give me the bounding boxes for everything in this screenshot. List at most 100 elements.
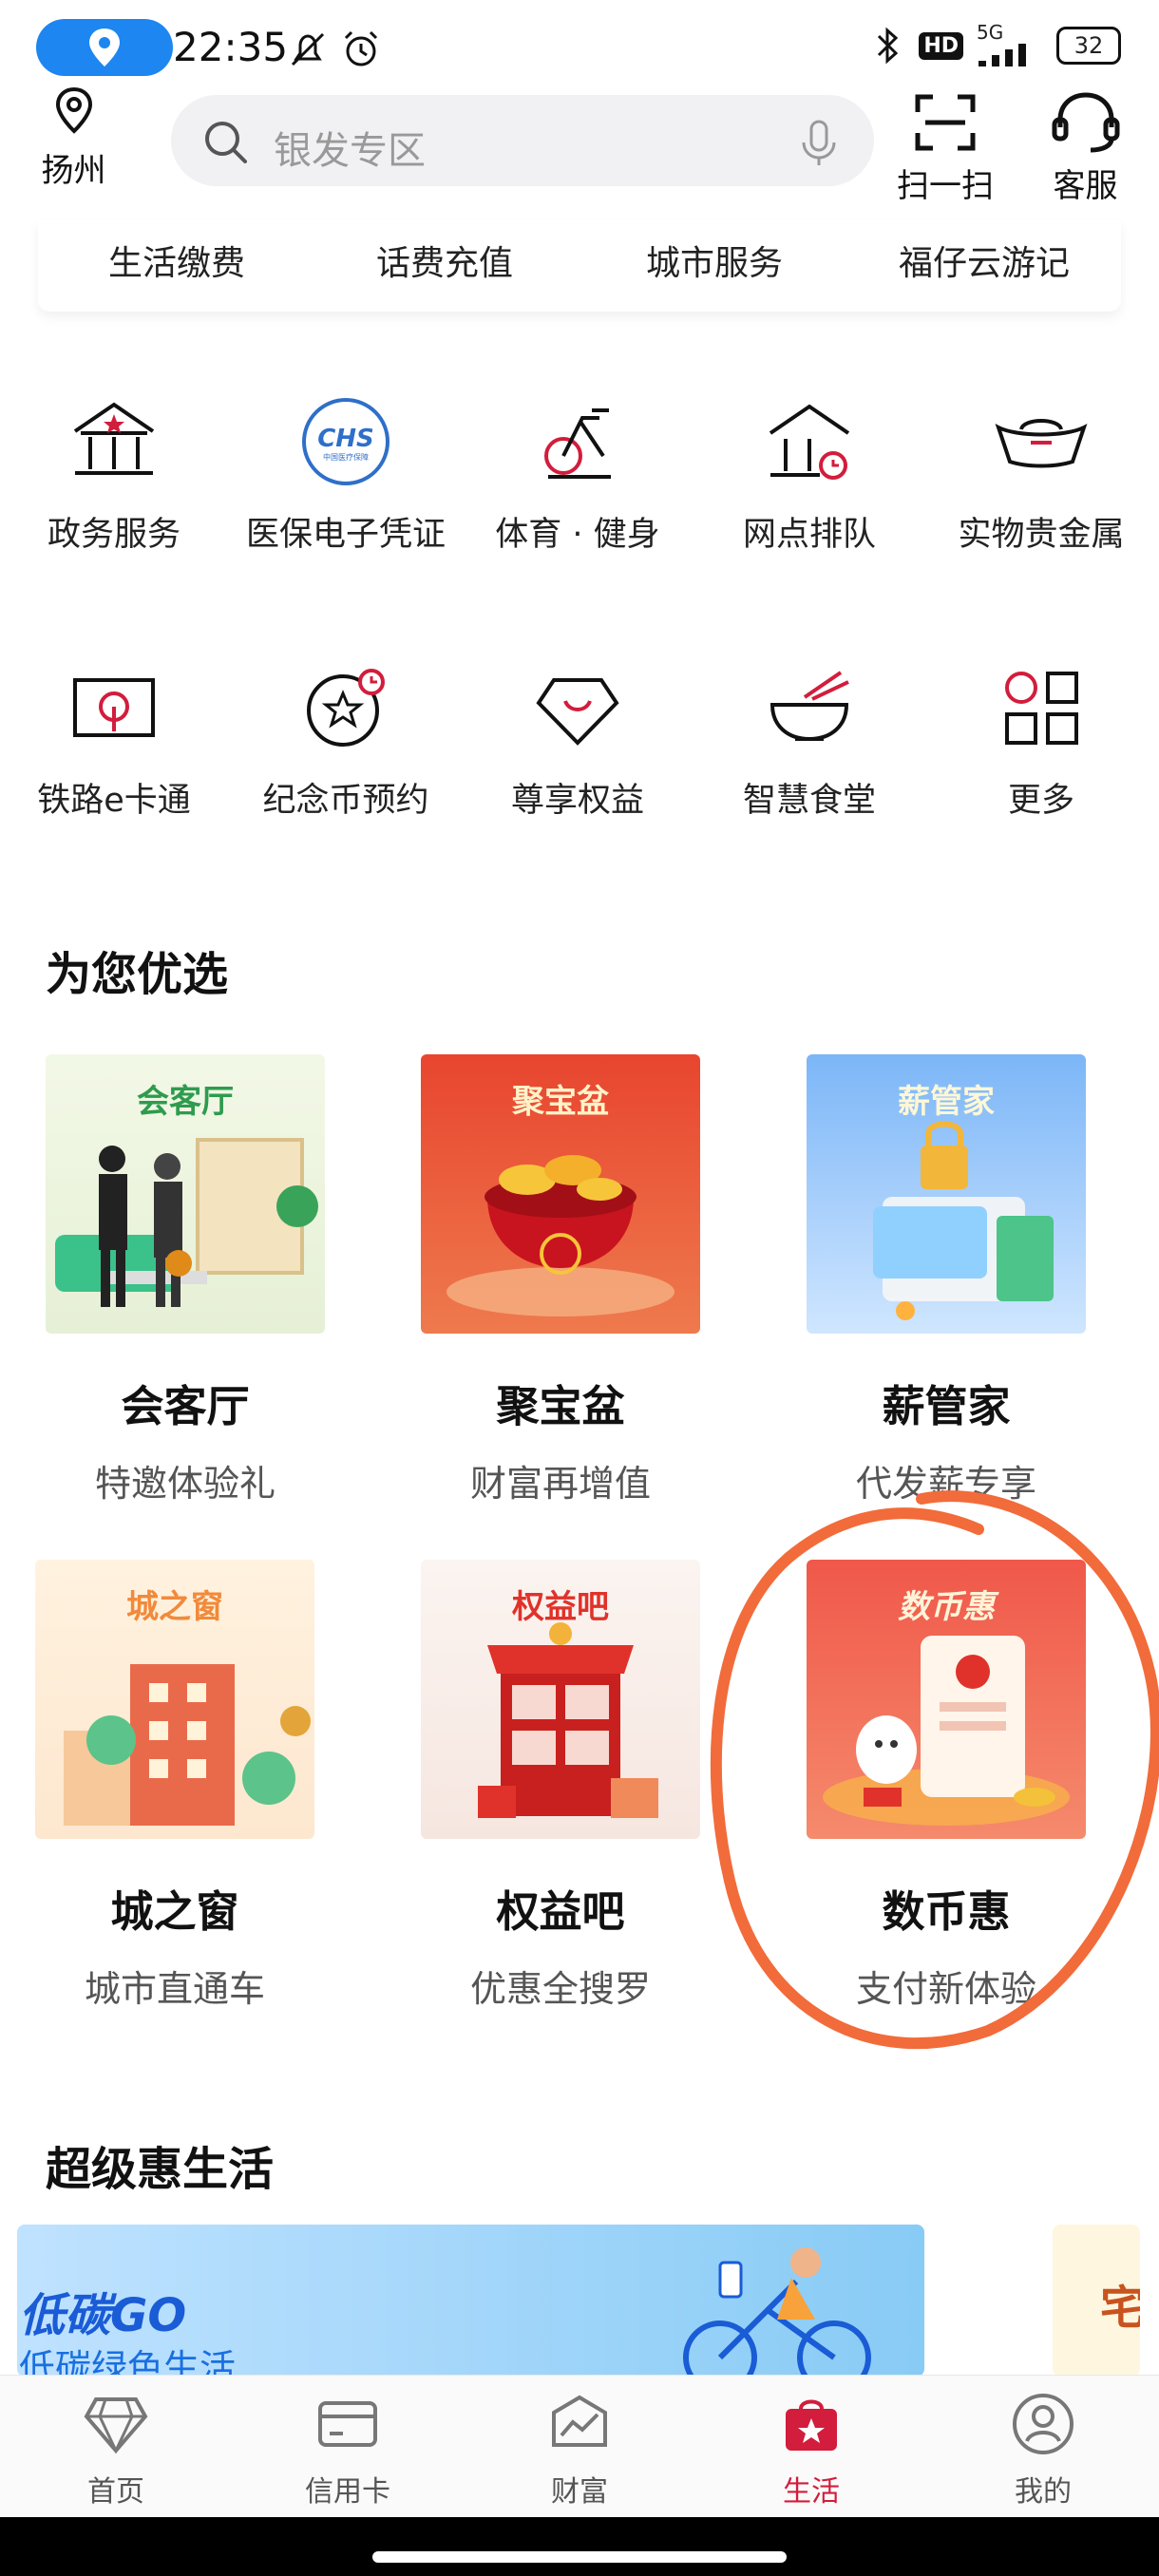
service-more[interactable]: 更多 [927,655,1155,822]
signal-icon: 5G [977,23,1043,68]
service-label: 网点排队 [742,516,876,554]
commemorative-coin-icon [307,669,385,747]
pick-subtitle: 财富再增值 [469,1463,651,1505]
quick-tab-fuzai-travel[interactable]: 福仔云游记 [899,236,1070,285]
secondary-banner[interactable]: 宅 [1053,2225,1140,2377]
branch-queue-icon [769,404,850,480]
handshake-illustration [55,1138,318,1307]
service-government[interactable]: 政务服务 [0,389,228,556]
banner-title: 低碳GO [19,2289,187,2342]
city-selector[interactable]: 扬州 [38,85,109,191]
gold-ingot-icon [995,419,1088,468]
tab-label: 生活 [783,2475,840,2509]
pick-title: 会客厅 [121,1381,250,1431]
chs-logo-text: CHS [317,425,374,453]
service-label: 体育 · 健身 [495,516,660,554]
annotation-circle [710,1490,1159,2050]
mute-bell-icon [285,27,331,76]
network-type: 5G [977,21,1004,44]
service-label: 客服 [1053,167,1118,205]
gift-shelf-illustration [478,1622,658,1818]
user-profile-icon [1013,2394,1074,2454]
service-fitness[interactable]: 体育 · 健身 [464,389,692,556]
quick-tab-phone-recharge[interactable]: 话费充值 [376,236,513,285]
tab-life[interactable]: 生活 [745,2392,878,2510]
quick-tab-utility-payment[interactable]: 生活缴费 [108,236,245,285]
railway-card-icon [73,678,155,737]
salary-card-illustration [873,1121,1054,1320]
status-time: 22:35 [173,24,289,70]
service-label: 铁路e卡通 [37,782,191,820]
service-railway-card[interactable]: 铁路e卡通 [0,655,228,822]
home-indicator[interactable] [372,2551,787,2563]
customer-service-button[interactable]: 客服 [1036,91,1135,206]
more-grid-icon [1005,672,1078,745]
pick-card-huiketing[interactable]: 会客厅 会客厅 特邀体验礼 [43,1054,328,1506]
service-smart-canteen[interactable]: 智慧食堂 [695,655,923,822]
tab-home[interactable]: 首页 [49,2392,182,2510]
scan-button[interactable]: 扫一扫 [893,91,998,206]
service-label: 更多 [1007,782,1074,820]
service-branch-queue[interactable]: 网点排队 [695,389,923,556]
pick-card-jubaopen[interactable]: 聚宝盆 聚宝盆 财富再增值 [418,1054,703,1506]
secondary-banner-text: 宅 [1100,2282,1140,2335]
pick-card-xinguanjia[interactable]: 薪管家 薪管家 代发薪专享 [804,1054,1089,1506]
huiketing-image: 会客厅 [46,1054,325,1334]
chs-logo-subtext: 中国医疗保障 [323,452,369,462]
tab-label: 我的 [1015,2475,1072,2509]
government-building-icon [73,402,155,475]
tab-wealth[interactable]: 财富 [513,2392,646,2510]
location-pin-icon [89,28,120,66]
service-commemorative-coin[interactable]: 纪念币预约 [232,655,460,822]
location-status-pill [36,19,173,76]
service-label: 实物贵金属 [958,516,1125,554]
super-life-section-title: 超级惠生活 [46,2143,275,2196]
headset-icon [1052,92,1119,153]
search-placeholder: 银发专区 [274,129,426,173]
status-icons: HD 5G 32 [871,23,1121,68]
service-precious-metals[interactable]: 实物贵金属 [927,389,1155,556]
pick-title: 薪管家 [882,1381,1011,1431]
service-label: 纪念币预约 [262,782,429,820]
xinguanjia-image: 薪管家 [807,1054,1086,1334]
service-label: 医保电子凭证 [245,516,446,554]
diamond-benefit-icon [536,678,619,746]
battery-indicator: 32 [1056,27,1121,65]
credit-card-icon [318,2401,377,2447]
exercise-bike-icon [544,408,611,479]
quick-tab-city-service[interactable]: 城市服务 [646,236,783,285]
scan-icon [915,94,976,151]
pick-title: 聚宝盆 [496,1381,625,1431]
scan-label: 扫一扫 [897,167,994,205]
pick-title: 权益吧 [496,1886,625,1937]
city-building-illustration [64,1664,311,1826]
bowl-chopsticks-icon [770,671,849,742]
treasure-bowl-illustration [446,1155,674,1316]
chengzhichuang-image: 城之窗 [35,1560,314,1839]
diamond-home-icon [84,2397,148,2454]
pick-subtitle: 优惠全搜罗 [469,1968,651,2010]
alarm-clock-icon [338,27,384,76]
pick-title: 城之窗 [110,1886,239,1937]
tab-mine[interactable]: 我的 [977,2392,1110,2510]
quanyiba-image: 权益吧 [421,1560,700,1839]
service-label: 政务服务 [47,516,180,554]
tab-label: 信用卡 [305,2475,390,2509]
microphone-icon[interactable] [800,118,838,173]
tab-label: 财富 [551,2475,608,2509]
pick-card-chengzhichuang[interactable]: 城之窗 城之窗 城市直通车 [32,1560,317,2012]
service-medical-insurance[interactable]: CHS 中国医疗保障 医保电子凭证 [232,389,460,556]
chs-medical-insurance-icon: CHS 中国医疗保障 [302,398,390,485]
service-label: 尊享权益 [510,782,644,820]
tab-label: 首页 [87,2475,144,2509]
system-nav-bar [0,2517,1159,2576]
hd-badge: HD [919,31,963,60]
pick-subtitle: 城市直通车 [84,1968,265,2010]
shopping-bag-star-icon [786,2399,837,2451]
pick-card-quanyiba[interactable]: 权益吧 权益吧 优惠全搜罗 [418,1560,703,2012]
service-exclusive-benefits[interactable]: 尊享权益 [464,655,692,822]
bluetooth-icon [878,27,899,65]
search-icon [201,118,251,171]
pick-subtitle: 特邀体验礼 [94,1463,276,1505]
tab-credit-card[interactable]: 信用卡 [281,2392,414,2510]
